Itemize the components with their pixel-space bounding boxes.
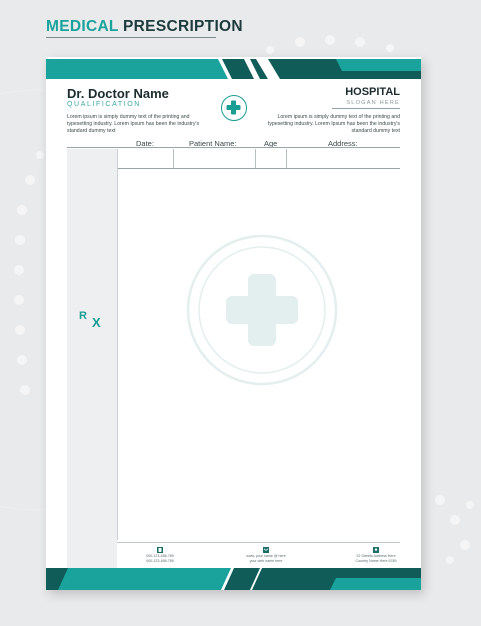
age-field-divider[interactable]	[286, 149, 287, 168]
slogan-underline	[332, 108, 400, 109]
medical-cross-icon	[221, 95, 247, 121]
rx-letter-r: R	[79, 310, 87, 322]
watermark-cross-icon	[186, 234, 338, 386]
title-underline	[46, 37, 216, 38]
form-bottom-rule	[117, 168, 400, 169]
email-icon	[263, 547, 269, 553]
hospital-name: HOSPITAL	[345, 86, 400, 98]
footer-rule	[117, 542, 400, 543]
location-icon	[373, 547, 379, 553]
hospital-slogan: SLOGAN HERE	[346, 100, 400, 106]
phone-icon	[157, 547, 163, 553]
doctor-description: Lorem ipsum is simply dummy text of the …	[67, 114, 200, 134]
date-field-divider[interactable]	[173, 149, 174, 168]
patient-field-divider[interactable]	[255, 149, 256, 168]
prescription-sheet: Dr. Doctor Name QUALIFICATION Lorem ipsu…	[46, 57, 421, 590]
doctor-name: Dr. Doctor Name	[67, 86, 169, 101]
footer-email: www. your name @ here your web name here	[231, 547, 301, 564]
footer-phone: 000-123-456-789 000-123-456-789	[125, 547, 195, 564]
address-line-2: Country Name Here 6789	[355, 559, 397, 563]
footer-address: 22 Streets Address Here Country Name Her…	[341, 547, 411, 564]
title-word-medical: MEDICAL	[46, 18, 119, 35]
form-top-rule	[67, 147, 400, 148]
page-title: MEDICAL PRESCRIPTION	[46, 18, 243, 36]
rx-letter-x: X	[92, 315, 101, 330]
phone-line-2: 000-123-456-789	[146, 559, 174, 563]
email-line-2: your web name here	[249, 559, 283, 563]
left-sidebar-panel	[67, 149, 117, 570]
title-word-prescription: PRESCRIPTION	[118, 18, 243, 35]
hospital-description: Lorem ipsum is simply dummy text of the …	[267, 114, 400, 134]
doctor-qualification: QUALIFICATION	[67, 101, 141, 108]
content-left-rule	[117, 149, 118, 540]
